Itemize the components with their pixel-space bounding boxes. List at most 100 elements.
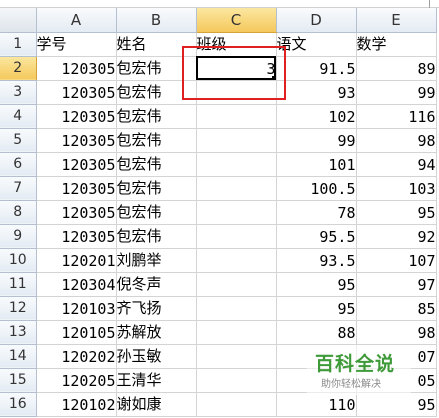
cell-b8[interactable]: 包宏伟 bbox=[116, 200, 197, 225]
cell-a4[interactable]: 120305 bbox=[36, 104, 117, 129]
column-header-a[interactable]: A bbox=[36, 8, 117, 33]
row-header[interactable]: 5 bbox=[0, 128, 37, 153]
cell-a11[interactable]: 120304 bbox=[36, 272, 117, 297]
cell-c11[interactable] bbox=[196, 272, 277, 297]
row-header[interactable]: 10 bbox=[0, 248, 37, 273]
cell-e2[interactable]: 89 bbox=[356, 56, 437, 81]
cell-b16[interactable]: 谢如康 bbox=[116, 392, 197, 417]
cell-b7[interactable]: 包宏伟 bbox=[116, 176, 197, 201]
cell-b15[interactable]: 王清华 bbox=[116, 368, 197, 393]
cell-b14[interactable]: 孙玉敏 bbox=[116, 344, 197, 369]
cell-a2[interactable]: 120305 bbox=[36, 56, 117, 81]
cell-c8[interactable] bbox=[196, 200, 277, 225]
row-header[interactable]: 16 bbox=[0, 392, 37, 417]
cell-e4[interactable]: 116 bbox=[356, 104, 437, 129]
column-header-c[interactable]: C bbox=[196, 8, 277, 33]
cell-e12[interactable]: 85 bbox=[356, 296, 437, 321]
cell-a1[interactable]: 学号 bbox=[36, 32, 117, 57]
cell-c4[interactable] bbox=[196, 104, 277, 129]
cell-c13[interactable] bbox=[196, 320, 277, 345]
cell-d5[interactable]: 99 bbox=[276, 128, 357, 153]
cell-a6[interactable]: 120305 bbox=[36, 152, 117, 177]
cell-c10[interactable] bbox=[196, 248, 277, 273]
cell-e1[interactable]: 数学 bbox=[356, 32, 437, 57]
cell-e10[interactable]: 107 bbox=[356, 248, 437, 273]
row-header[interactable]: 8 bbox=[0, 200, 37, 225]
column-header-d[interactable]: D bbox=[276, 8, 357, 33]
cell-c2[interactable]: 3 bbox=[196, 56, 277, 81]
cell-a16[interactable]: 120102 bbox=[36, 392, 117, 417]
cell-c9[interactable] bbox=[196, 224, 277, 249]
row-header[interactable]: 11 bbox=[0, 272, 37, 297]
cell-b6[interactable]: 包宏伟 bbox=[116, 152, 197, 177]
cell-a7[interactable]: 120305 bbox=[36, 176, 117, 201]
cell-a5[interactable]: 120305 bbox=[36, 128, 117, 153]
cell-c7[interactable] bbox=[196, 176, 277, 201]
row-header[interactable]: 13 bbox=[0, 320, 37, 345]
cell-e8[interactable]: 95 bbox=[356, 200, 437, 225]
cell-d15[interactable] bbox=[276, 368, 357, 393]
cell-a10[interactable]: 120201 bbox=[36, 248, 117, 273]
cell-b9[interactable]: 包宏伟 bbox=[116, 224, 197, 249]
row-header[interactable]: 15 bbox=[0, 368, 37, 393]
cell-a14[interactable]: 120202 bbox=[36, 344, 117, 369]
cell-e6[interactable]: 94 bbox=[356, 152, 437, 177]
row-header[interactable]: 1 bbox=[0, 32, 37, 57]
cell-a13[interactable]: 120105 bbox=[36, 320, 117, 345]
cell-d14[interactable] bbox=[276, 344, 357, 369]
select-all-corner[interactable] bbox=[0, 8, 37, 33]
cell-e15[interactable]: 05 bbox=[356, 368, 437, 393]
cell-c5[interactable] bbox=[196, 128, 277, 153]
cell-d6[interactable]: 101 bbox=[276, 152, 357, 177]
cell-d12[interactable]: 95 bbox=[276, 296, 357, 321]
cell-d7[interactable]: 100.5 bbox=[276, 176, 357, 201]
cell-e13[interactable]: 98 bbox=[356, 320, 437, 345]
row-header[interactable]: 12 bbox=[0, 296, 37, 321]
cell-d11[interactable]: 95 bbox=[276, 272, 357, 297]
cell-d1[interactable]: 语文 bbox=[276, 32, 357, 57]
cell-c15[interactable] bbox=[196, 368, 277, 393]
fill-handle[interactable] bbox=[271, 75, 275, 79]
cell-d8[interactable]: 78 bbox=[276, 200, 357, 225]
cell-b13[interactable]: 苏解放 bbox=[116, 320, 197, 345]
row-header[interactable]: 6 bbox=[0, 152, 37, 177]
cell-d13[interactable]: 88 bbox=[276, 320, 357, 345]
cell-d3[interactable]: 93 bbox=[276, 80, 357, 105]
cell-e11[interactable]: 97 bbox=[356, 272, 437, 297]
cell-d16[interactable]: 110 bbox=[276, 392, 357, 417]
cell-d10[interactable]: 93.5 bbox=[276, 248, 357, 273]
cell-c14[interactable] bbox=[196, 344, 277, 369]
row-header[interactable]: 7 bbox=[0, 176, 37, 201]
cell-e3[interactable]: 99 bbox=[356, 80, 437, 105]
cell-a15[interactable]: 120205 bbox=[36, 368, 117, 393]
cell-b4[interactable]: 包宏伟 bbox=[116, 104, 197, 129]
cell-b3[interactable]: 包宏伟 bbox=[116, 80, 197, 105]
cell-e7[interactable]: 103 bbox=[356, 176, 437, 201]
column-header-e[interactable]: E bbox=[356, 8, 437, 33]
row-header[interactable]: 9 bbox=[0, 224, 37, 249]
cell-b2[interactable]: 包宏伟 bbox=[116, 56, 197, 81]
cell-b12[interactable]: 齐飞扬 bbox=[116, 296, 197, 321]
cell-a3[interactable]: 120305 bbox=[36, 80, 117, 105]
cell-c6[interactable] bbox=[196, 152, 277, 177]
cell-b1[interactable]: 姓名 bbox=[116, 32, 197, 57]
cell-c3[interactable] bbox=[196, 80, 277, 105]
cell-b11[interactable]: 倪冬声 bbox=[116, 272, 197, 297]
cell-a8[interactable]: 120305 bbox=[36, 200, 117, 225]
cell-e5[interactable]: 98 bbox=[356, 128, 437, 153]
cell-d9[interactable]: 95.5 bbox=[276, 224, 357, 249]
cell-d4[interactable]: 102 bbox=[276, 104, 357, 129]
cell-d2[interactable]: 91.5 bbox=[276, 56, 357, 81]
column-header-b[interactable]: B bbox=[116, 8, 197, 33]
cell-e16[interactable]: 95 bbox=[356, 392, 437, 417]
cell-e14[interactable]: 07 bbox=[356, 344, 437, 369]
cell-c12[interactable] bbox=[196, 296, 277, 321]
row-header[interactable]: 2 bbox=[0, 56, 37, 81]
cell-c1[interactable]: 班级 bbox=[196, 32, 277, 57]
cell-a12[interactable]: 120103 bbox=[36, 296, 117, 321]
cell-a9[interactable]: 120305 bbox=[36, 224, 117, 249]
cell-b10[interactable]: 刘鹏举 bbox=[116, 248, 197, 273]
row-header[interactable]: 14 bbox=[0, 344, 37, 369]
cell-c16[interactable] bbox=[196, 392, 277, 417]
row-header[interactable]: 4 bbox=[0, 104, 37, 129]
